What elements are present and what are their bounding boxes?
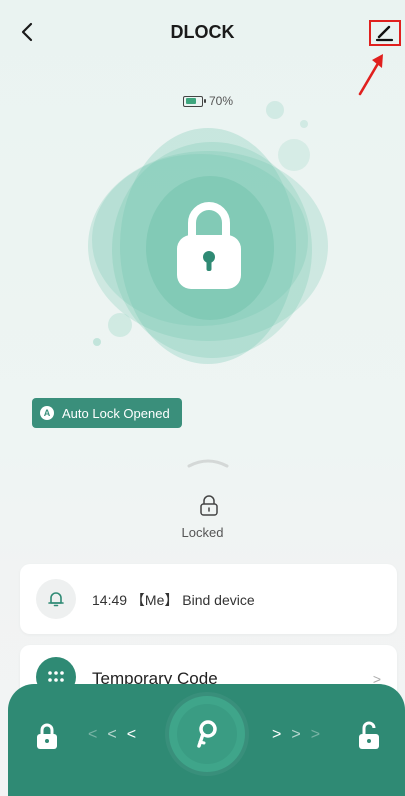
page-title: DLOCK bbox=[170, 22, 235, 42]
header: DLOCK bbox=[0, 0, 405, 96]
key-icon bbox=[197, 720, 217, 748]
unlock-slider-handle[interactable] bbox=[169, 696, 245, 772]
bell-icon bbox=[36, 579, 76, 619]
log-entry-text: 14:49 【Me】 Bind device bbox=[92, 592, 255, 608]
auto-lock-status-chip[interactable]: A Auto Lock Opened bbox=[32, 398, 182, 428]
panel-handle-icon[interactable] bbox=[186, 456, 230, 470]
edit-pencil-icon bbox=[375, 25, 394, 42]
log-card[interactable]: 14:49 【Me】 Bind device bbox=[20, 564, 397, 634]
padlock-icon[interactable] bbox=[177, 193, 241, 289]
slide-left-arrows: <<< bbox=[88, 726, 147, 743]
auto-lock-icon: A bbox=[40, 406, 54, 420]
unlock-slider-bar[interactable]: <<< >>> bbox=[8, 684, 405, 796]
lock-closed-icon bbox=[37, 723, 57, 749]
lock-state-label: Locked bbox=[181, 525, 224, 540]
lock-open-icon bbox=[359, 721, 379, 749]
small-lock-icon bbox=[200, 495, 218, 516]
auto-lock-label: Auto Lock Opened bbox=[62, 405, 170, 421]
slide-right-arrows: >>> bbox=[272, 726, 331, 743]
edit-button[interactable] bbox=[369, 20, 401, 46]
